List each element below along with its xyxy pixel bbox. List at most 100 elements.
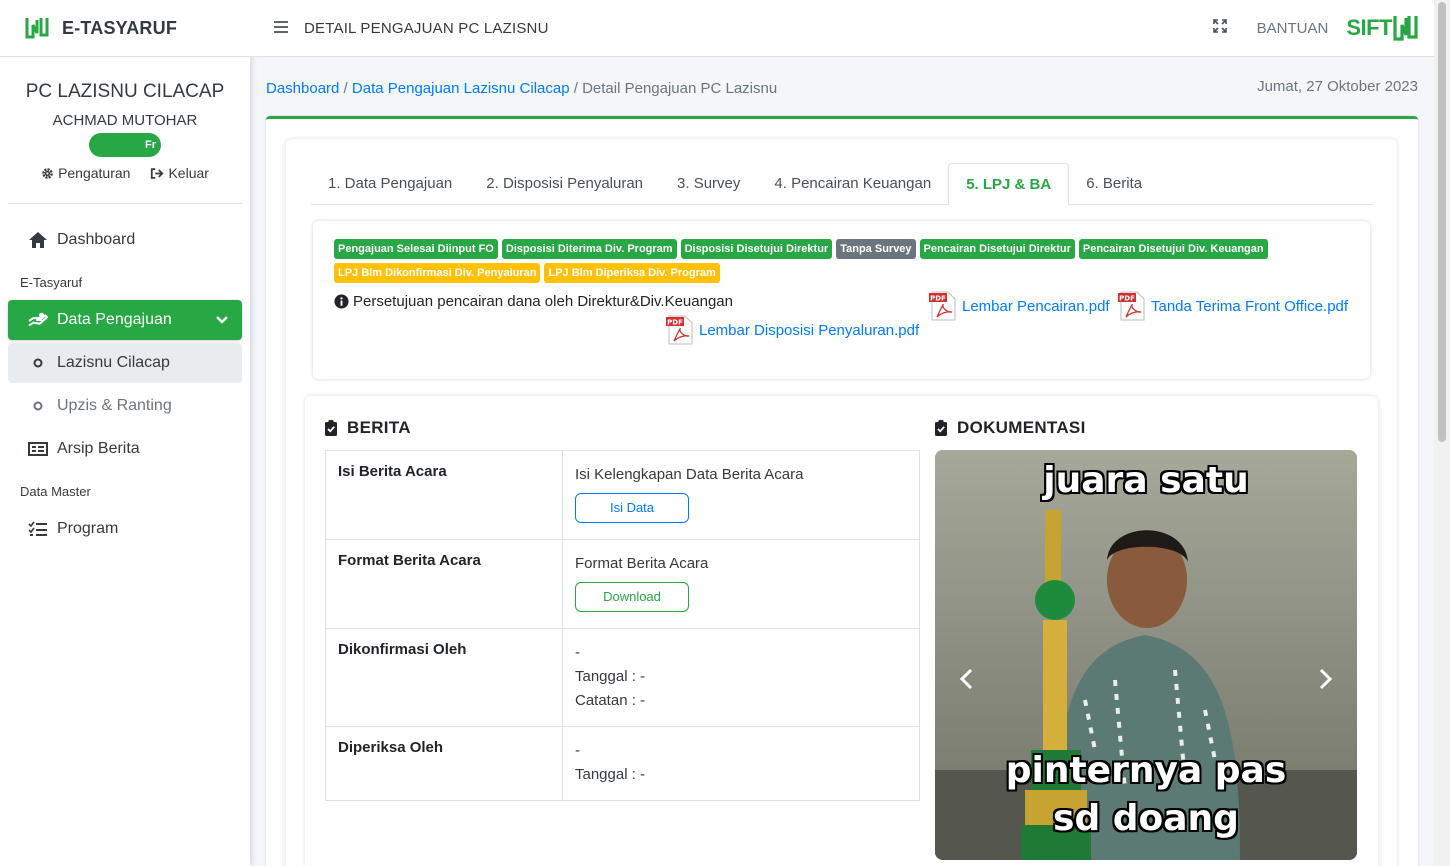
pdf-link-lembar-pencairan[interactable]: PDF Lembar Pencairan.pdf [928,291,1110,321]
row-key: Format Berita Acara [325,539,563,629]
svg-text:PDF: PDF [1119,295,1135,303]
carousel-prev-icon[interactable] [959,665,973,697]
brand[interactable]: E-TASYARUF [0,0,250,57]
pdf-file-icon: PDF [666,315,693,345]
tab-berita[interactable]: 6. Berita [1069,163,1159,205]
tab-disposisi-penyaluran[interactable]: 2. Disposisi Penyaluran [469,163,660,205]
svg-text:PDF: PDF [667,319,683,327]
status-badge: Pengajuan Selesai Diinput FO [334,239,498,259]
settings-label: Pengaturan [58,165,131,181]
tab-survey[interactable]: 3. Survey [660,163,757,205]
status-badge: Disposisi Diterima Div. Program [501,239,677,259]
hand-holding-icon [28,311,48,329]
sidebar: E-TASYARUF PC LAZISNU CILACAP ACHMAD MUT… [0,0,250,866]
table-row: Dikonfirmasi Oleh - Tanggal : - Catatan … [325,628,920,727]
newspaper-icon [28,440,48,458]
scrollbar-thumb[interactable] [1438,2,1446,442]
main-content: Dashboard / Data Pengajuan Lazisnu Cilac… [250,57,1434,866]
current-date: Jumat, 27 Oktober 2023 [1257,78,1418,95]
row-key: Diperiksa Oleh [325,726,563,801]
svg-text:PDF: PDF [930,295,946,303]
sidebar-nav: Dashboard E-Tasyaruf Data Pengajuan Lazi… [0,204,250,560]
sidebar-item-lazisnu-cilacap[interactable]: Lazisnu Cilacap [8,343,242,383]
row-key: Isi Berita Acara [325,450,563,540]
circle-icon [28,397,48,415]
row-value: - Tanggal : - [562,726,920,801]
clipboard-check-icon [325,420,337,436]
sift-logo-text: SIFT [1346,15,1392,40]
sign-out-icon [151,167,164,179]
table-row: Diperiksa Oleh - Tanggal : - [325,726,920,801]
row-value: - Tanggal : - Catatan : - [562,628,920,727]
caption-bottom-line-2: sd doang [1053,798,1239,839]
list-check-icon [28,520,48,538]
tab-bar: 1. Data Pengajuan 2. Disposisi Penyalura… [311,163,1373,206]
pdf-link-label: Lembar Pencairan.pdf [962,297,1110,315]
sidebar-item-label: Dashboard [57,231,136,248]
tab-data-pengajuan[interactable]: 1. Data Pengajuan [311,163,469,205]
page-scrollbar[interactable] [1434,0,1450,866]
row-value: Format Berita Acara Download [562,539,920,629]
breadcrumb-data-pengajuan[interactable]: Data Pengajuan Lazisnu Cilacap [352,80,570,97]
hamburger-menu-icon[interactable] [274,20,288,37]
circle-icon [28,354,48,372]
dokumentasi-carousel[interactable]: juara satu pinternya pas sd doang [935,450,1357,860]
tab-lpj-ba[interactable]: 5. LPJ & BA [948,163,1070,206]
status-info: Persetujuan pencairan dana oleh Direktur… [334,293,733,310]
sift-logo-mark-icon [1393,16,1418,41]
user-panel: PC LAZISNU CILACAP ACHMAD MUTOHAR Fr Pen… [8,57,242,204]
help-link[interactable]: BANTUAN [1257,20,1329,37]
sidebar-item-label: Upzis & Ranting [57,397,172,414]
sidebar-item-arsip-berita[interactable]: Arsip Berita [8,429,242,469]
nav-header-data-master: Data Master [20,484,91,499]
download-button[interactable]: Download [575,582,689,612]
logout-label: Keluar [168,165,209,181]
row-catatan: Catatan : - [575,692,646,709]
sift-logo: SIFT [1346,13,1418,43]
berita-title: BERITA [325,418,411,438]
info-circle-icon [334,294,349,309]
sidebar-item-data-pengajuan[interactable]: Data Pengajuan [8,300,242,340]
carousel-next-icon[interactable] [1319,665,1333,697]
status-badge: LPJ Blm Diperiksa Div. Program [544,263,720,283]
logout-link[interactable]: Keluar [150,165,209,181]
status-info-text: Persetujuan pencairan dana oleh Direktur… [353,293,733,310]
berita-section: BERITA Isi Berita Acara Isi Kelengkapan … [305,396,1378,866]
settings-link[interactable]: Pengaturan [41,165,130,181]
breadcrumb-dashboard[interactable]: Dashboard [266,80,339,97]
user-name: ACHMAD MUTOHAR [52,112,198,129]
pdf-link-label: Lembar Disposisi Penyaluran.pdf [699,321,920,339]
table-row: Format Berita Acara Format Berita Acara … [325,539,920,629]
sidebar-item-dashboard[interactable]: Dashboard [8,220,242,260]
status-box: Pengajuan Selesai Diinput FO Disposisi D… [313,221,1370,379]
breadcrumb: Dashboard / Data Pengajuan Lazisnu Cilac… [266,80,777,97]
berita-table: Isi Berita Acara Isi Kelengkapan Data Be… [325,450,920,801]
clipboard-check-icon [935,420,947,436]
user-role-badge: Fr [89,133,161,157]
pdf-link-tanda-terima[interactable]: PDF Tanda Terima Front Office.pdf [1117,291,1348,321]
detail-card-inner: 1. Data Pengajuan 2. Disposisi Penyalura… [286,139,1397,866]
sidebar-item-label: Lazisnu Cilacap [57,354,170,371]
row-key: Dikonfirmasi Oleh [325,628,563,727]
row-value-text: Isi Kelengkapan Data Berita Acara [575,466,804,483]
breadcrumb-separator: / [569,80,583,97]
tab-pencairan-keuangan[interactable]: 4. Pencairan Keuangan [757,163,948,205]
berita-title-text: BERITA [347,418,411,437]
sidebar-item-program[interactable]: Program [8,509,242,549]
gear-icon [42,167,53,179]
sidebar-item-label: Data Pengajuan [57,311,172,328]
caption-top: juara satu [1043,460,1249,501]
home-icon [28,231,48,249]
fullscreen-icon[interactable] [1212,19,1227,37]
row-value: Isi Kelengkapan Data Berita Acara Isi Da… [562,450,920,540]
status-badges: Pengajuan Selesai Diinput FO Disposisi D… [334,239,1344,283]
isi-data-button[interactable]: Isi Data [575,493,689,523]
sidebar-item-upzis-ranting[interactable]: Upzis & Ranting [8,386,242,426]
breadcrumb-current: Detail Pengajuan PC Lazisnu [582,80,778,97]
dokumentasi-title: DOKUMENTASI [935,418,1086,438]
pdf-link-lembar-disposisi[interactable]: PDF Lembar Disposisi Penyaluran.pdf [665,315,919,345]
brand-name: E-TASYARUF [62,17,178,38]
sidebar-item-label: Program [57,520,119,537]
status-badge: LPJ Blm Dikonfirmasi Div. Penyaluran [334,263,541,283]
dokumentasi-title-text: DOKUMENTASI [957,418,1086,437]
